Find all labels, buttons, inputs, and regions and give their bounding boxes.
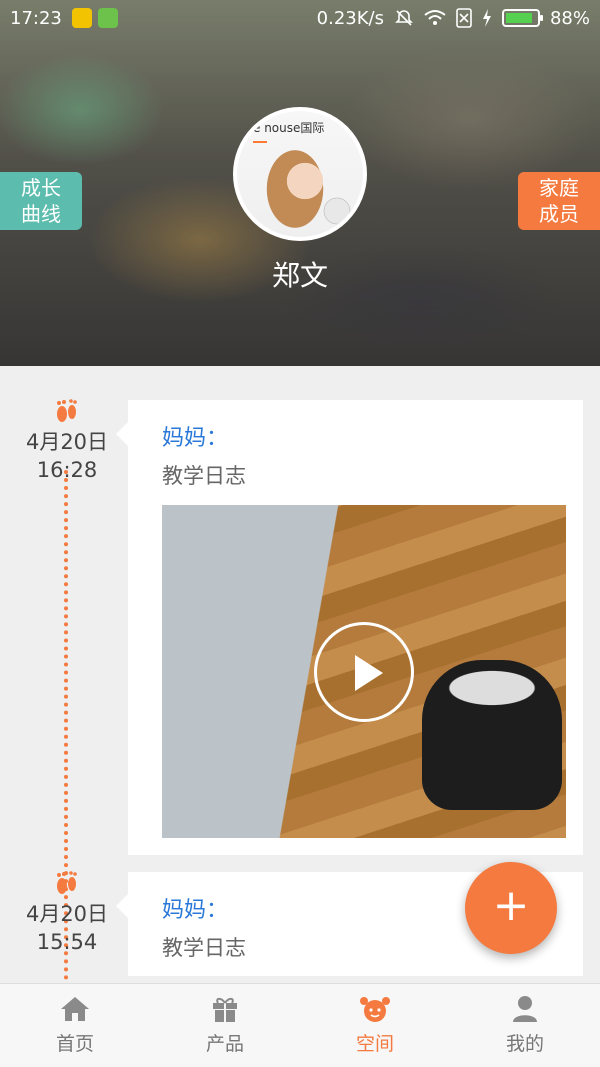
entry-date-time: 16:28 <box>36 458 98 482</box>
nav-home-label: 首页 <box>55 1033 94 1055</box>
entry-date-time: 15:54 <box>36 930 98 954</box>
person-icon <box>513 996 537 1022</box>
nav-products[interactable]: 产品 <box>150 984 300 1067</box>
nav-home[interactable]: 首页 <box>0 984 150 1067</box>
post-title: 教学日志 <box>162 464 246 488</box>
entry-date: 4月20日 15:54 <box>12 900 122 956</box>
kid-face-icon <box>360 997 390 1022</box>
entry-date: 4月20日 16:28 <box>12 428 122 484</box>
nav-space[interactable]: 空间 <box>300 984 450 1067</box>
footprint-icon <box>57 399 77 422</box>
wifi-icon <box>424 10 446 25</box>
entry-date-day: 4月20日 <box>25 430 109 454</box>
post-author: 妈妈： <box>162 898 229 923</box>
entry-date-day: 4月20日 <box>25 902 109 926</box>
footprint-icon <box>57 871 77 894</box>
trash-bin-image <box>422 660 562 810</box>
family-members-label-line2: 成员 <box>539 202 579 226</box>
avatar-brand-text: e nouse国际 <box>253 121 325 135</box>
post-title: 教学日志 <box>162 936 246 960</box>
growth-curve-label-line1: 成长 <box>21 176 61 200</box>
growth-curve-tab[interactable]: 成长 曲线 <box>0 172 82 230</box>
network-speed: 0.23K/s <box>316 7 384 29</box>
mute-icon <box>395 10 413 26</box>
charging-icon <box>482 9 491 27</box>
battery-icon <box>501 9 543 27</box>
nav-mine[interactable]: 我的 <box>450 984 600 1067</box>
post-author: 妈妈： <box>162 426 229 451</box>
avatar[interactable]: e nouse国际 <box>233 107 367 241</box>
timeline-card[interactable]: 妈妈： 教学日志 <box>116 400 583 855</box>
home-icon <box>61 997 89 1021</box>
bottom-nav: 首页 产品 空间 我的 <box>0 983 600 1067</box>
family-members-tab[interactable]: 家庭 成员 <box>518 172 600 230</box>
status-bar: 17:23 0.23K/s 88% <box>0 0 600 36</box>
growth-curve-label-line2: 曲线 <box>21 202 61 226</box>
gift-icon <box>213 997 237 1022</box>
play-icon[interactable] <box>314 622 414 722</box>
video-thumbnail[interactable] <box>162 505 566 838</box>
app-notification-icon <box>71 8 92 28</box>
no-sim-icon <box>456 8 472 28</box>
android-notification-icon <box>97 8 118 28</box>
family-members-label-line1: 家庭 <box>539 176 579 200</box>
avatar-brand-underline <box>253 141 267 143</box>
nav-mine-label: 我的 <box>505 1033 544 1055</box>
status-time: 17:23 <box>10 7 62 29</box>
battery-percent: 88% <box>549 7 590 29</box>
nav-products-label: 产品 <box>205 1033 244 1055</box>
add-post-button[interactable]: + <box>465 862 557 954</box>
nav-space-label: 空间 <box>355 1033 394 1055</box>
user-name: 郑文 <box>271 259 328 292</box>
